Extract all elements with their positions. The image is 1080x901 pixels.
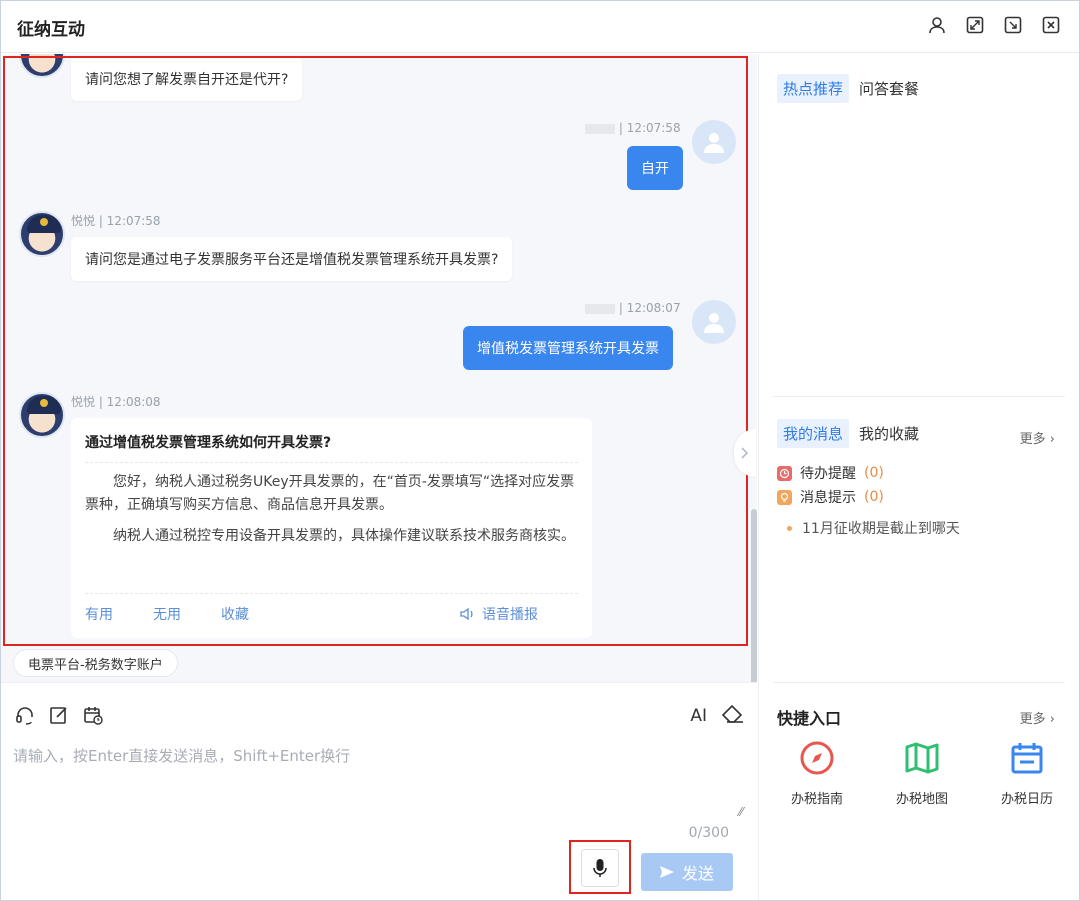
highlight-frame xyxy=(569,840,631,894)
useful-button[interactable]: 有用 xyxy=(85,604,113,624)
useless-button[interactable]: 无用 xyxy=(153,604,181,624)
voice-broadcast-button[interactable]: 语音播报 xyxy=(460,604,578,624)
voice-broadcast-label: 语音播报 xyxy=(482,607,538,623)
hot-tabs: 热点推荐 问答套餐 xyxy=(777,74,921,103)
quick-item-tax-map[interactable]: 办税地图 xyxy=(882,740,962,807)
hot-question-item[interactable]: 11月征收期是截止到哪天 xyxy=(787,518,960,538)
quick-item-label: 办税地图 xyxy=(895,792,948,807)
chat-scrollbar[interactable] xyxy=(751,509,757,682)
app-window: 征纳互动 请问您想了解发票自开还是代开? | 12:07:58 自开 悦悦 | … xyxy=(0,0,1080,901)
send-label: 发送 xyxy=(681,864,714,883)
quick-item-tax-calendar[interactable]: 办税日历 xyxy=(987,740,1067,807)
user-silhouette-icon xyxy=(704,133,724,153)
send-icon xyxy=(659,866,674,878)
sidebar: 热点推荐 问答套餐 我的消息 我的收藏 更多 › 待办提醒 (0) 消息提示 (… xyxy=(758,54,1079,900)
input-tools xyxy=(15,705,103,729)
input-tools-right: AI xyxy=(690,703,745,729)
answer-paragraph: 纳税人通过税控专用设备开具发票的，具体操作建议联系技术服务商核实。 xyxy=(113,528,575,544)
map-icon xyxy=(905,742,939,774)
quick-item-tax-guide[interactable]: 办税指南 xyxy=(777,740,857,807)
message-notice[interactable]: 消息提示 (0) xyxy=(777,487,884,507)
answer-title: 通过增值税发票管理系统如何开具发票? xyxy=(85,432,578,463)
messages-more-link[interactable]: 更多 › xyxy=(1020,428,1055,447)
topic-chip[interactable]: 电票平台-税务数字账户 xyxy=(13,649,178,677)
message-meta: | 12:07:58 xyxy=(585,121,681,135)
redacted-name xyxy=(585,123,615,134)
minimize-icon[interactable] xyxy=(1003,15,1023,35)
close-icon[interactable] xyxy=(1041,15,1061,35)
quick-entry-list: 办税指南 办税地图 办税日历 xyxy=(777,740,1067,807)
message-time: | 12:08:07 xyxy=(618,301,681,315)
user-message: 自开 xyxy=(627,146,683,190)
quick-item-label: 办税指南 xyxy=(790,792,843,807)
notice-count: (0) xyxy=(864,489,884,505)
quick-more-link[interactable]: 更多 › xyxy=(1020,708,1055,727)
message-time: | 12:07:58 xyxy=(618,121,681,135)
resize-handle-icon[interactable]: ⁄⁄ xyxy=(739,805,743,819)
user-icon[interactable] xyxy=(927,15,947,35)
compass-icon xyxy=(800,741,834,775)
quick-item-label: 办税日历 xyxy=(1000,792,1053,807)
send-button[interactable]: 发送 xyxy=(641,853,733,891)
window-controls xyxy=(927,15,1061,35)
answer-card: 通过增值税发票管理系统如何开具发票? 您好，纳税人通过税务UKey开具发票的，在… xyxy=(71,418,592,638)
divider xyxy=(773,396,1065,397)
message-input[interactable]: 请输入，按Enter直接发送消息，Shift+Enter换行 xyxy=(13,745,350,766)
bot-message: 请问您想了解发票自开还是代开? xyxy=(71,57,303,101)
tab-my-messages[interactable]: 我的消息 xyxy=(777,419,850,448)
chevron-right-icon xyxy=(741,447,749,459)
app-title: 征纳互动 xyxy=(17,20,85,40)
bulb-icon xyxy=(777,489,792,505)
answer-paragraph: 您好，纳税人通过税务UKey开具发票的，在“首页-发票填写“选择对应发票票种，正… xyxy=(85,474,575,513)
headset-icon[interactable] xyxy=(15,705,35,729)
redacted-name xyxy=(585,303,615,314)
eraser-icon[interactable] xyxy=(721,703,745,729)
title-bar: 征纳互动 xyxy=(1,1,1079,53)
quick-entry-title: 快捷入口 xyxy=(777,709,842,728)
bot-avatar xyxy=(19,392,65,438)
hot-question-text: 11月征收期是截止到哪天 xyxy=(802,521,960,537)
todo-count: (0) xyxy=(864,465,884,481)
tab-hot-recommend[interactable]: 热点推荐 xyxy=(777,74,850,103)
answer-actions: 有用 无用 收藏 语音播报 xyxy=(85,593,578,624)
calendar-clock-icon[interactable] xyxy=(83,705,103,729)
bullet-dot xyxy=(787,525,792,531)
notice-label: 消息提示 xyxy=(800,490,856,506)
user-silhouette-icon xyxy=(704,313,724,333)
bot-avatar xyxy=(19,211,65,257)
message-meta: 悦悦 | 12:08:08 xyxy=(71,395,161,409)
message-tabs: 我的消息 我的收藏 xyxy=(777,419,921,448)
input-area: AI 请输入，按Enter直接发送消息，Shift+Enter换行 ⁄⁄ 0/3… xyxy=(1,682,757,900)
calendar-icon xyxy=(1011,743,1043,774)
bot-message: 请问您是通过电子发票服务平台还是增值税发票管理系统开具发票? xyxy=(71,237,513,281)
message-meta: 悦悦 | 12:07:58 xyxy=(71,214,161,228)
chat-panel[interactable]: 请问您想了解发票自开还是代开? | 12:07:58 自开 悦悦 | 12:07… xyxy=(1,54,757,682)
user-avatar xyxy=(692,300,736,344)
todo-reminder[interactable]: 待办提醒 (0) xyxy=(777,463,884,483)
divider xyxy=(773,682,1065,683)
message-meta: | 12:08:07 xyxy=(585,301,681,315)
user-message: 增值税发票管理系统开具发票 xyxy=(463,326,673,370)
tab-qa-package[interactable]: 问答套餐 xyxy=(857,74,921,103)
speaker-icon xyxy=(460,607,473,621)
favorite-button[interactable]: 收藏 xyxy=(221,604,249,624)
char-counter: 0/300 xyxy=(688,825,729,841)
todo-label: 待办提醒 xyxy=(800,466,856,482)
edit-icon[interactable] xyxy=(49,705,69,729)
bot-avatar xyxy=(19,54,65,78)
fullscreen-icon[interactable] xyxy=(965,15,985,35)
user-avatar xyxy=(692,120,736,164)
clock-icon xyxy=(777,465,792,481)
tab-my-favorites[interactable]: 我的收藏 xyxy=(857,419,921,448)
ai-button[interactable]: AI xyxy=(690,706,707,726)
